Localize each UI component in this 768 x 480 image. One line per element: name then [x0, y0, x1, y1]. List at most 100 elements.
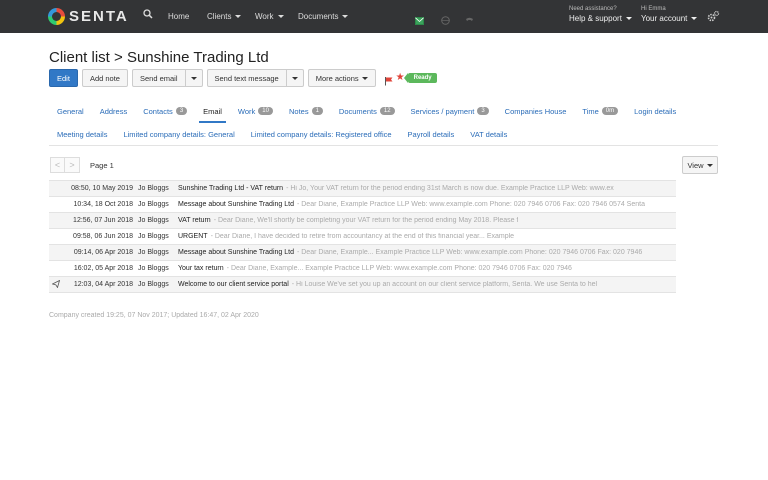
email-row[interactable]: 09:14, 06 Apr 2018 Jo Bloggs Message about… — [49, 245, 676, 261]
tab-label: Services / payment — [410, 106, 475, 116]
tab-companies-house[interactable]: Companies House — [505, 101, 567, 121]
email-subject: URGENT — [178, 233, 208, 240]
tab-count-badge: 0m — [601, 107, 619, 115]
email-date: 12:56, 07 Jun 2018 — [73, 217, 133, 224]
prev-page-button[interactable]: < — [50, 157, 65, 173]
send-text-dropdown[interactable] — [286, 69, 304, 87]
email-subject: Your tax return — [178, 265, 224, 272]
tab-label: Limited company details: Registered offi… — [250, 129, 392, 139]
email-sender: Jo Bloggs — [138, 217, 169, 224]
email-date: 12:03, 04 Apr 2018 — [73, 281, 133, 288]
email-row[interactable]: 10:34, 18 Oct 2018 Jo Bloggs Message about… — [49, 197, 676, 213]
email-preview: - Dear Diane, I have decided to retire f… — [210, 233, 515, 240]
senta-logo[interactable]: SENTA — [48, 8, 129, 25]
send-text-group: Send text message — [206, 69, 304, 87]
tab-login-details[interactable]: Login details — [634, 101, 676, 121]
tab-label: Address — [99, 106, 128, 116]
tab-label: Notes — [288, 106, 309, 116]
senta-logo-icon — [48, 8, 65, 25]
chevron-down-icon — [691, 17, 698, 21]
send-text-message-button[interactable]: Send text message — [206, 69, 287, 87]
tab-count-badge: 1 — [311, 107, 323, 115]
email-date: 08:50, 10 May 2019 — [71, 185, 133, 192]
tab-limited-company-details-general[interactable]: Limited company details: General — [123, 124, 234, 144]
client-tabs-primary: General Address Contacts 3 Email Work 10 Notes 1… — [49, 101, 684, 123]
next-page-button[interactable]: > — [65, 157, 80, 173]
tab-count-badge: 3 — [477, 107, 489, 115]
nav-clients[interactable]: Clients — [207, 12, 242, 21]
email-sender: Jo Bloggs — [138, 201, 169, 208]
email-preview: - Dear Diane, Example Practice LLP Web: … — [296, 201, 645, 208]
tab-count-badge: 10 — [258, 107, 273, 115]
paper-plane-icon — [49, 279, 63, 290]
email-list: 08:50, 10 May 2019 Jo Bloggs Sunshine Trad… — [49, 180, 676, 293]
top-navbar: SENTA Home Clients Work Documents Need a… — [0, 0, 768, 33]
tab-label: Limited company details: General — [123, 129, 235, 139]
tab-payroll-details[interactable]: Payroll details — [408, 124, 455, 144]
tab-label: VAT details — [470, 129, 508, 139]
tab-address[interactable]: Address — [100, 101, 128, 121]
email-date: 09:14, 06 Apr 2018 — [73, 249, 133, 256]
more-actions-button[interactable]: More actions — [307, 69, 376, 87]
tab-work[interactable]: Work 10 — [238, 101, 273, 121]
tab-meeting-details[interactable]: Meeting details — [57, 124, 107, 144]
chevron-down-icon — [361, 76, 368, 80]
tab-general[interactable]: General — [57, 101, 84, 121]
nav-documents[interactable]: Documents — [298, 12, 349, 21]
email-row[interactable]: 09:58, 06 Jun 2018 Jo Bloggs URGENT - Dear … — [49, 229, 676, 245]
add-note-button[interactable]: Add note — [81, 69, 128, 87]
email-preview: - Hi Louise We've set you up an account … — [291, 281, 598, 288]
email-status-icon[interactable] — [415, 12, 424, 25]
search-icon[interactable] — [143, 9, 153, 23]
settings-gear-icon[interactable] — [707, 10, 720, 23]
tab-label: Meeting details — [57, 129, 108, 139]
tab-contacts[interactable]: Contacts 3 — [143, 101, 188, 121]
tab-label: Time — [582, 106, 599, 116]
email-date: 09:58, 06 Jun 2018 — [73, 233, 133, 240]
email-row[interactable]: 16:02, 05 Apr 2018 Jo Bloggs Your tax retu… — [49, 261, 676, 277]
email-row[interactable]: 12:56, 07 Jun 2018 Jo Bloggs VAT return - D… — [49, 213, 676, 229]
tab-services-payment[interactable]: Services / payment 3 — [411, 101, 489, 121]
tab-count-badge: 12 — [379, 107, 395, 115]
help-support-menu[interactable]: Need assistance? Help & support — [569, 6, 632, 23]
pagination: < > Page 1 — [50, 157, 114, 173]
tab-time[interactable]: Time 0m — [582, 101, 619, 121]
send-email-group: Send email — [131, 69, 203, 87]
chevron-down-icon — [625, 17, 632, 21]
client-tabs-secondary: Meeting details Limited company details: … — [49, 124, 515, 144]
tab-vat-details[interactable]: VAT details — [470, 124, 507, 144]
tab-documents[interactable]: Documents 12 — [339, 101, 395, 121]
tab-label: General — [57, 106, 84, 116]
edit-button[interactable]: Edit — [49, 69, 78, 87]
email-subject: Welcome to our client service portal — [178, 281, 289, 288]
tab-label: Login details — [634, 106, 677, 116]
email-row[interactable]: 08:50, 10 May 2019 Jo Bloggs Sunshine Trad… — [49, 181, 676, 197]
chevron-down-icon — [235, 15, 242, 19]
phone-icon[interactable] — [465, 12, 474, 21]
account-menu[interactable]: Hi Emma Your account — [641, 6, 698, 23]
send-email-dropdown[interactable] — [185, 69, 203, 87]
email-sender: Jo Bloggs — [138, 281, 169, 288]
nav-home[interactable]: Home — [168, 12, 189, 21]
status-badge[interactable]: Ready — [403, 73, 437, 83]
globe-icon[interactable] — [441, 12, 450, 25]
help-caption: Need assistance? — [569, 6, 617, 12]
tab-label: Payroll details — [407, 129, 455, 139]
nav-work[interactable]: Work — [255, 12, 284, 21]
tab-limited-company-details-registered-office[interactable]: Limited company details: Registered offi… — [251, 124, 392, 144]
chevron-down-icon — [706, 163, 713, 167]
email-sender: Jo Bloggs — [138, 185, 169, 192]
flag-icon[interactable] — [384, 73, 394, 86]
send-email-button[interactable]: Send email — [131, 69, 186, 87]
tab-label: Companies House — [504, 106, 567, 116]
tab-notes[interactable]: Notes 1 — [289, 101, 323, 121]
view-button[interactable]: View — [682, 156, 718, 174]
email-preview: - Dear Diane, We'll shortly be completin… — [213, 217, 519, 224]
tab-email[interactable]: Email — [199, 101, 226, 123]
email-row[interactable]: 12:03, 04 Apr 2018 Jo Bloggs Welcome to ou… — [49, 277, 676, 293]
chevron-down-icon — [190, 76, 197, 80]
client-toolbar: Edit Add note Send email Send text messa… — [49, 69, 437, 87]
company-timestamps: Company created 19:25, 07 Nov 2017; Upda… — [49, 312, 259, 319]
tab-label: Documents — [338, 106, 377, 116]
page-title-breadcrumb: Client list > Sunshine Trading Ltd — [49, 49, 269, 66]
